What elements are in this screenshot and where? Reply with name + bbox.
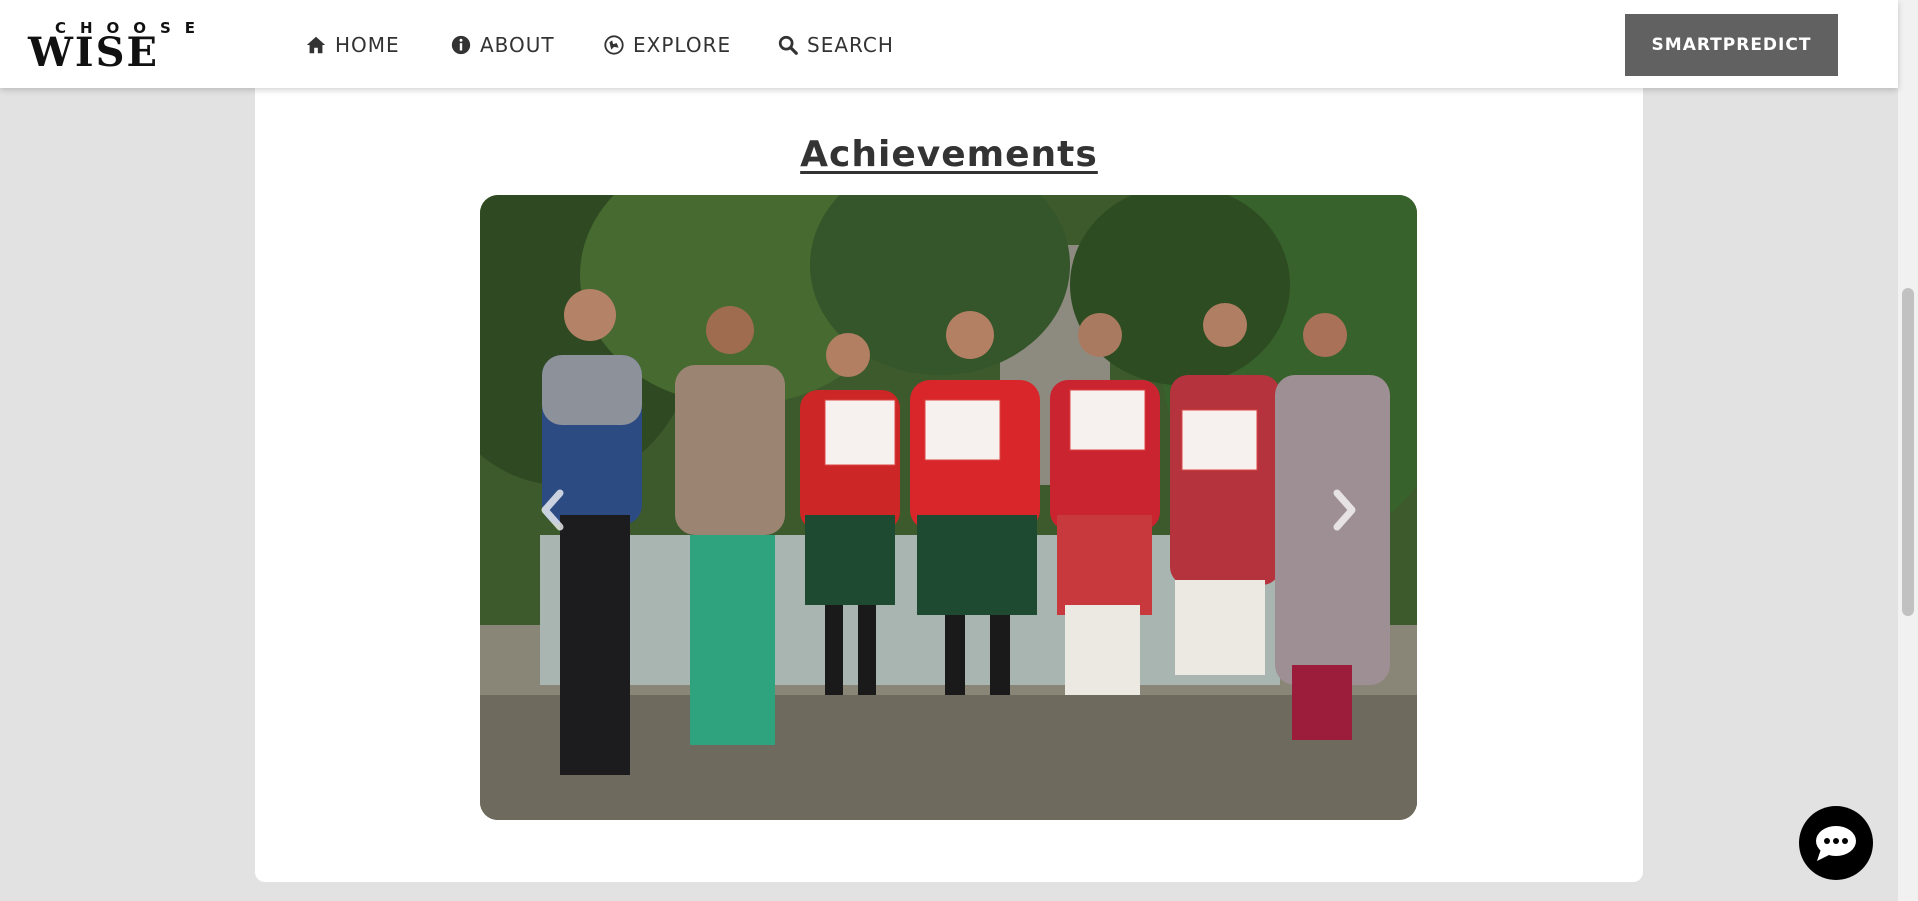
nav-about[interactable]: ABOUT: [450, 30, 555, 60]
top-navbar: CHOOSE WISE HOME ABOUT EXPLORE SEARCH SM…: [0, 0, 1898, 88]
carousel-prev-button[interactable]: [528, 480, 578, 540]
nav-home[interactable]: HOME: [305, 30, 400, 60]
home-icon: [306, 36, 326, 54]
nav-search-label: SEARCH: [807, 33, 894, 57]
choosewise-logo[interactable]: CHOOSE WISE: [26, 20, 238, 76]
scrollbar-thumb[interactable]: [1902, 288, 1914, 616]
page-scrollbar[interactable]: [1898, 0, 1918, 901]
nav-search[interactable]: SEARCH: [777, 30, 894, 60]
nav-explore-label: EXPLORE: [633, 33, 732, 57]
chat-bubble-icon: [1816, 826, 1856, 861]
nav-explore[interactable]: EXPLORE: [603, 30, 731, 60]
nav-about-label: ABOUT: [480, 33, 555, 57]
info-icon: [451, 35, 471, 55]
achievements-carousel[interactable]: [480, 195, 1417, 820]
chat-button[interactable]: [1799, 806, 1873, 880]
carousel-next-button[interactable]: [1319, 480, 1369, 540]
carousel-photo: [480, 195, 1417, 820]
compass-icon: [604, 35, 624, 55]
chevron-left-icon: [541, 489, 564, 531]
smartpredict-button[interactable]: SMARTPREDICT: [1625, 14, 1838, 76]
nav-home-label: HOME: [335, 33, 400, 57]
logo-line-2: WISE: [28, 29, 160, 76]
chevron-right-icon: [1333, 489, 1356, 531]
search-icon: [778, 35, 798, 55]
section-title: Achievements: [800, 134, 1098, 175]
